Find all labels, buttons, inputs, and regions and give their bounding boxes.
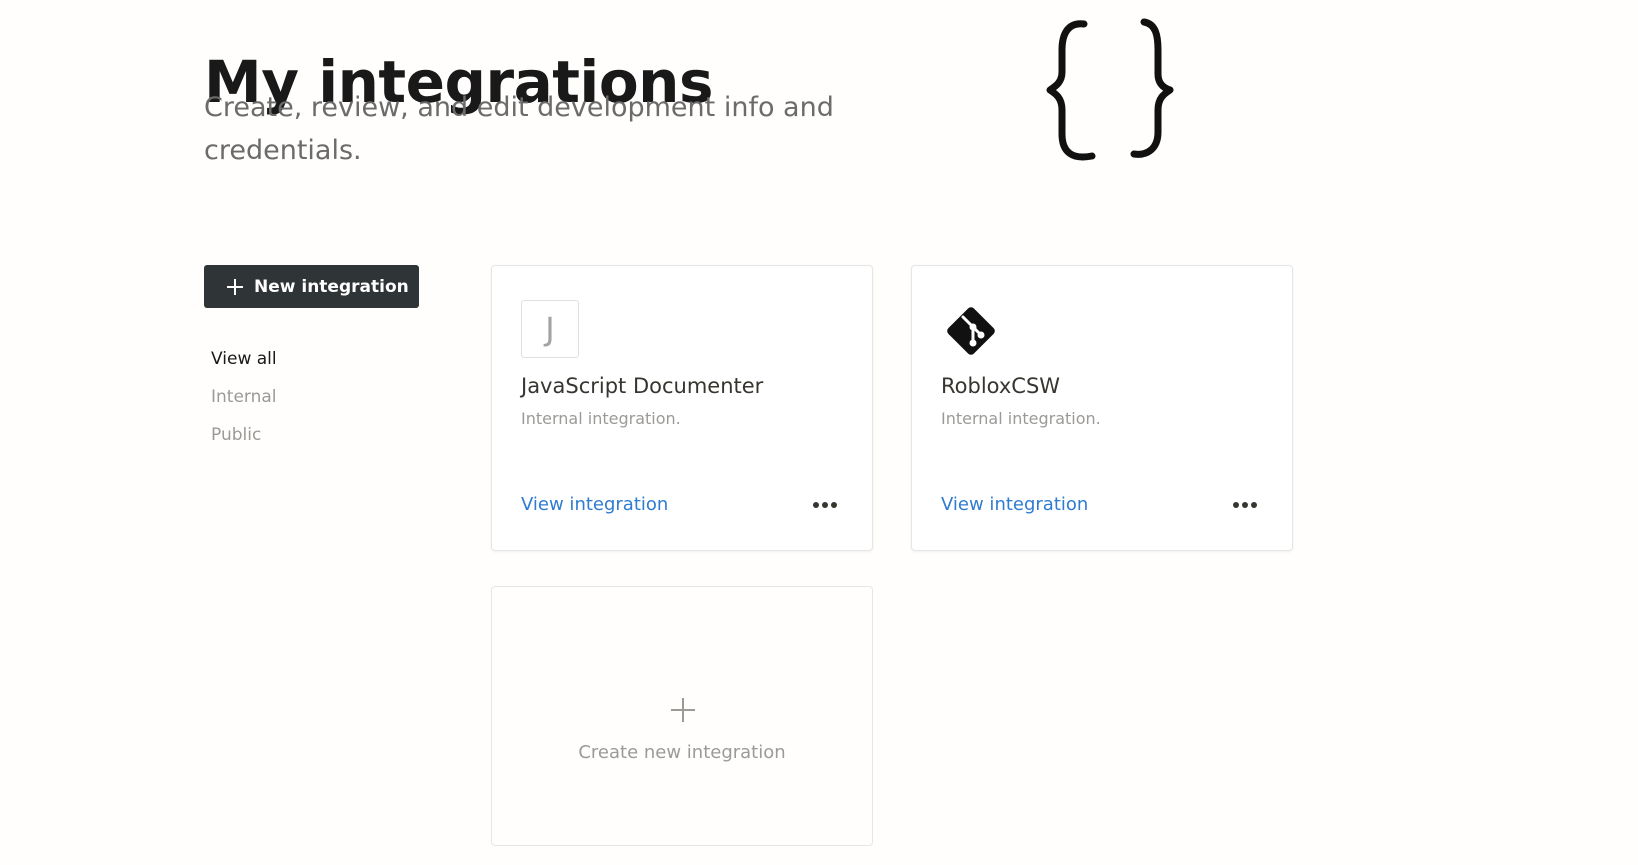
integration-card: RobloxCSW Internal integration. View int… <box>911 265 1293 551</box>
create-new-integration-card[interactable]: Create new integration <box>491 586 873 846</box>
curly-braces-illustration-icon <box>1046 18 1174 161</box>
new-integration-button[interactable]: New integration <box>204 265 419 308</box>
integration-name: RobloxCSW <box>941 374 1061 398</box>
create-new-integration-label: Create new integration <box>578 742 786 763</box>
filter-view-all[interactable]: View all <box>211 340 277 378</box>
more-options-icon[interactable] <box>812 498 838 512</box>
page-subtitle: Create, review, and edit development inf… <box>204 92 834 166</box>
more-options-icon[interactable] <box>1232 498 1258 512</box>
integration-name: JavaScript Documenter <box>521 374 764 398</box>
plus-icon <box>671 698 695 722</box>
integration-card: J JavaScript Documenter Internal integra… <box>491 265 873 551</box>
integrations-page: My integrations Create, review, and edit… <box>0 0 1638 865</box>
letter-j-placeholder-icon: J <box>521 300 579 358</box>
view-integration-link[interactable]: View integration <box>941 494 1088 515</box>
view-integration-link[interactable]: View integration <box>521 494 668 515</box>
filter-public[interactable]: Public <box>211 416 277 454</box>
integration-description: Internal integration. <box>941 409 1101 428</box>
new-integration-button-label: New integration <box>254 276 409 297</box>
filter-internal[interactable]: Internal <box>211 378 277 416</box>
integration-description: Internal integration. <box>521 409 681 428</box>
plus-icon <box>227 278 243 295</box>
filter-list: View all Internal Public <box>211 340 277 454</box>
git-logo-icon <box>947 307 995 355</box>
